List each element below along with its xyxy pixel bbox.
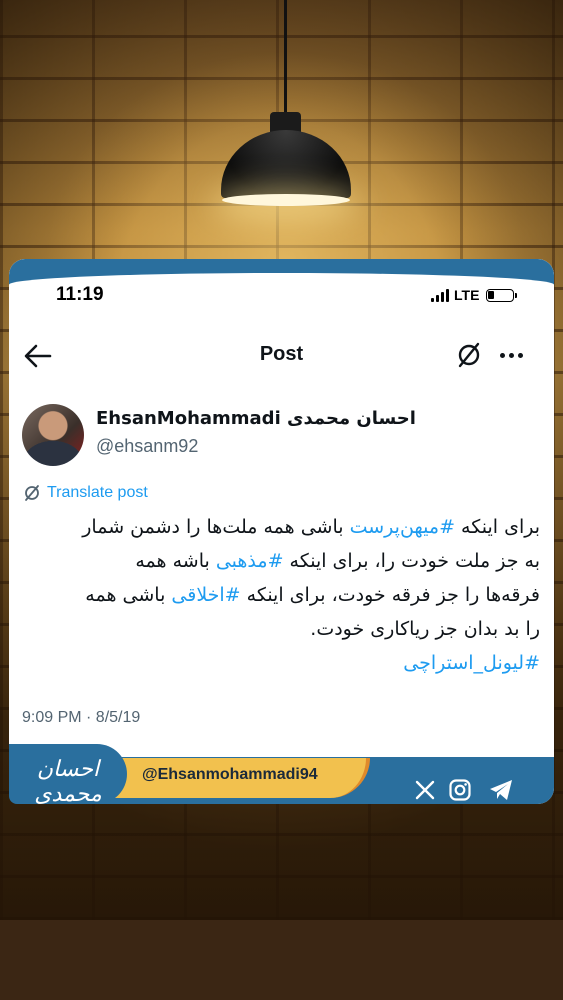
instagram-icon — [449, 779, 471, 801]
bottom-strip — [0, 920, 563, 1000]
card-top-band — [9, 259, 554, 287]
translate-icon — [25, 485, 39, 501]
lamp-light — [222, 194, 350, 206]
x-icon — [415, 780, 435, 800]
page-title: Post — [259, 343, 304, 365]
tweet-text-segment: باشه همه — [135, 550, 216, 572]
signal-icon — [431, 288, 449, 302]
network-label: LTE — [454, 287, 480, 303]
author-display-name[interactable]: EhsanMohammadi احسان محمدی — [96, 408, 416, 429]
post-screenshot-card: 11:19 LTE Post EhsanMohammadi احسان محمد… — [9, 259, 554, 804]
tweet-text-segment: فرقه‌ها را جز فرقه خودت، برای اینکه — [240, 584, 540, 606]
battery-icon — [486, 288, 518, 302]
status-indicators: LTE — [431, 287, 518, 303]
avatar[interactable] — [22, 404, 84, 466]
more-options-icon[interactable] — [500, 353, 523, 358]
hashtag-link[interactable]: #لیونل_استراچی — [403, 652, 540, 674]
author-handle[interactable]: @ehsanm92 — [96, 436, 198, 457]
tweet-text-segment: باشی همه — [85, 584, 172, 606]
tweet-line: به جز ملت خودت را، برای اینکه #مذهبی باش… — [23, 544, 540, 578]
translate-post-link[interactable]: Translate post — [23, 484, 148, 502]
hashtag-link[interactable]: #مذهبی — [216, 550, 284, 572]
tweet-line: #لیونل_استراچی — [23, 646, 540, 680]
branding-logo-signature: احسان محمدی — [34, 757, 102, 807]
tweet-text-segment: به جز ملت خودت را، برای اینکه — [283, 550, 540, 572]
tweet-line: برای اینکه #میهن‌پرست باشی همه ملت‌ها را… — [23, 510, 540, 544]
lamp-cord — [284, 0, 287, 120]
hashtag-link[interactable]: #اخلاقی — [171, 584, 240, 606]
hashtag-link[interactable]: #میهن‌پرست — [350, 516, 455, 538]
tweet-line: را بد بدان جز ریاکاری خودت. — [23, 612, 540, 646]
tweet-text-segment: برای اینکه — [455, 516, 540, 538]
branding-handle: @Ehsanmohammadi94 — [142, 766, 318, 783]
back-arrow-icon[interactable] — [23, 343, 53, 369]
translate-off-icon[interactable] — [455, 341, 483, 369]
tweet-text-segment: را بد بدان جز ریاکاری خودت. — [310, 618, 540, 640]
post-timestamp: 9:09 PM · 8/5/19 — [22, 709, 141, 726]
tweet-text-segment: باشی همه ملت‌ها را دشمن شمار — [82, 516, 350, 538]
translate-post-label: Translate post — [47, 484, 148, 501]
tweet-line: فرقه‌ها را جز فرقه خودت، برای اینکه #اخل… — [23, 578, 540, 612]
telegram-icon — [490, 780, 512, 800]
tweet-text: برای اینکه #میهن‌پرست باشی همه ملت‌ها را… — [23, 510, 540, 680]
status-time: 11:19 — [56, 284, 104, 305]
